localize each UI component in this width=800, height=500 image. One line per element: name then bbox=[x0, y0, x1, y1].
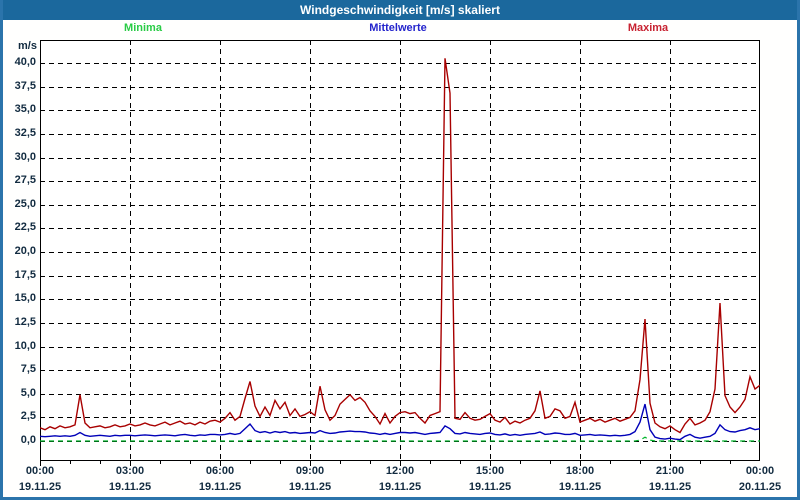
x-tick-time-label: 09:00 bbox=[295, 465, 325, 477]
y-tick-label: 17,5 bbox=[14, 268, 36, 281]
y-tick-label: 12,5 bbox=[14, 315, 36, 328]
y-tick-label: 32,5 bbox=[14, 126, 36, 139]
y-tick-label: 2,5 bbox=[20, 410, 36, 423]
legend-item-minima: Minima bbox=[124, 22, 162, 34]
y-tick-label: 22,5 bbox=[14, 221, 36, 234]
y-tick-label: 27,5 bbox=[14, 174, 36, 187]
y-tick-label: 5,0 bbox=[20, 386, 36, 399]
y-tick-label: 37,5 bbox=[14, 79, 36, 92]
x-tick-time-label: 06:00 bbox=[205, 465, 235, 477]
x-tick-time-label: 15:00 bbox=[475, 465, 505, 477]
x-tick-time-label: 00:00 bbox=[25, 465, 55, 477]
x-tick-time-label: 12:00 bbox=[385, 465, 415, 477]
title-bar: Windgeschwindigkeit [m/s] skaliert bbox=[0, 0, 800, 20]
y-tick-label: 25,0 bbox=[14, 197, 36, 210]
x-tick-date-label: 19.11.25 bbox=[108, 481, 152, 493]
y-tick-label: 0,0 bbox=[20, 434, 36, 446]
legend-item-mittelwerte: Mittelwerte bbox=[369, 22, 427, 34]
y-tick-label: 20,0 bbox=[14, 245, 36, 257]
page-title: Windgeschwindigkeit [m/s] skaliert bbox=[300, 3, 500, 17]
y-tick-label: 15,0 bbox=[14, 292, 36, 305]
y-tick-label: 40,0 bbox=[14, 56, 36, 68]
legend-item-maxima: Maxima bbox=[627, 22, 669, 34]
x-tick-date-label: 19.11.25 bbox=[378, 481, 422, 493]
x-tick-time-label: 18:00 bbox=[565, 465, 595, 477]
x-tick-date-label: 19.11.25 bbox=[198, 481, 242, 493]
x-tick-time-label: 00:00 bbox=[745, 465, 775, 477]
x-tick-date-label: 19.11.25 bbox=[18, 481, 62, 493]
x-tick-date-label: 19.11.25 bbox=[468, 481, 512, 493]
x-tick-time-label: 03:00 bbox=[115, 465, 145, 477]
x-tick-time-label: 21:00 bbox=[655, 465, 685, 477]
x-tick-date-label: 20.11.25 bbox=[738, 481, 782, 493]
y-tick-label: 7,5 bbox=[20, 363, 36, 376]
x-tick-date-label: 19.11.25 bbox=[288, 481, 332, 493]
x-tick-date-label: 19.11.25 bbox=[558, 481, 602, 493]
chart-window: Windgeschwindigkeit [m/s] skaliert Minim… bbox=[0, 0, 800, 500]
y-tick-label: 10,0 bbox=[14, 339, 36, 352]
y-tick-label: 30,0 bbox=[14, 150, 36, 163]
x-tick-date-label: 19.11.25 bbox=[648, 481, 692, 493]
y-tick-label: 35,0 bbox=[14, 103, 36, 116]
y-axis-unit-label: m/s bbox=[18, 40, 37, 52]
wind-speed-chart bbox=[40, 40, 760, 461]
